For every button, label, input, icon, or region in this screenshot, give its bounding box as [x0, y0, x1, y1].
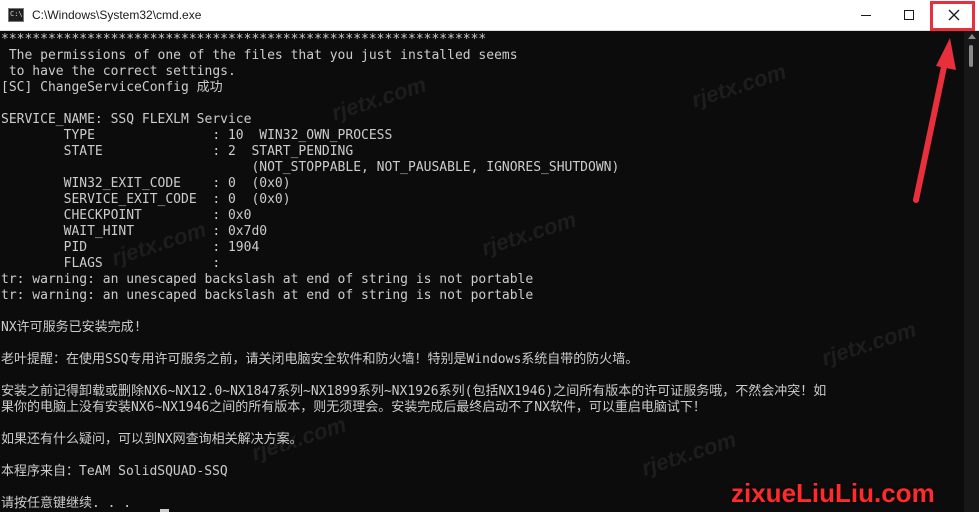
console-output[interactable]: rjetx.com rjetx.com rjetx.com rjetx.com … — [0, 31, 964, 512]
console-line: The permissions of one of the files that… — [1, 48, 518, 63]
scroll-thumb[interactable] — [969, 45, 973, 67]
console-line: 如果还有什么疑问，可以到NX网查询相关解决方案。 — [1, 432, 303, 447]
diagonal-watermark: rjetx.com — [478, 206, 580, 261]
console-line: STATE : 2 START_PENDING — [1, 144, 354, 159]
console-line: 安装之前记得卸载或删除NX6~NX12.0~NX1847系列~NX1899系列~… — [1, 384, 827, 399]
maximize-button[interactable] — [888, 0, 932, 30]
window-title: C:\Windows\System32\cmd.exe — [32, 8, 202, 22]
console-line: (NOT_STOPPABLE, NOT_PAUSABLE, IGNORES_SH… — [1, 160, 620, 175]
cmd-window: C:\ C:\Windows\System32\cmd.exe rjetx.co… — [0, 0, 979, 512]
console-line: 本程序来自：TeAM SolidSQUAD-SSQ — [1, 464, 228, 479]
minimize-icon — [861, 15, 871, 16]
maximize-icon — [904, 10, 914, 20]
console-line: WIN32_EXIT_CODE : 0 (0x0) — [1, 176, 291, 191]
vertical-scrollbar[interactable] — [964, 31, 979, 512]
cmd-app-icon[interactable]: C:\ — [8, 8, 24, 22]
console-line: 果你的电脑上没有安装NX6~NX1946之间的所有版本，则无须理会。安装完成后最… — [1, 400, 706, 415]
title-bar[interactable]: C:\ C:\Windows\System32\cmd.exe — [0, 0, 979, 31]
console-line: 老叶提醒：在使用SSQ专用许可服务之前，请关闭电脑安全软件和防火墙！特别是Win… — [1, 352, 639, 367]
console-line: ****************************************… — [1, 32, 487, 47]
console-line: [SC] ChangeServiceConfig 成功 — [1, 80, 223, 95]
diagonal-watermark: rjetx.com — [328, 71, 430, 126]
console-line: PID : 1904 — [1, 240, 260, 255]
console-line: NX许可服务已安装完成! — [1, 320, 142, 335]
close-button[interactable] — [932, 0, 976, 30]
console-line: WAIT_HINT : 0x7d0 — [1, 224, 268, 239]
console-line: 请按任意键继续. . . — [1, 496, 132, 511]
console-line: SERVICE_EXIT_CODE : 0 (0x0) — [1, 192, 291, 207]
minimize-button[interactable] — [844, 0, 888, 30]
close-icon — [948, 9, 960, 21]
diagonal-watermark: rjetx.com — [818, 316, 920, 371]
console-line: FLAGS : — [1, 256, 221, 271]
scroll-up-icon[interactable] — [968, 34, 976, 39]
diagonal-watermark: rjetx.com — [638, 426, 740, 481]
console-line: tr: warning: an unescaped backslash at e… — [1, 272, 534, 287]
console-line: TYPE : 10 WIN32_OWN_PROCESS — [1, 128, 393, 143]
console-line: SERVICE_NAME: SSQ FLEXLM Service — [1, 112, 252, 127]
console-line: tr: warning: an unescaped backslash at e… — [1, 288, 534, 303]
console-line: CHECKPOINT : 0x0 — [1, 208, 252, 223]
site-watermark: zixueLiuLiu.com — [731, 478, 935, 508]
diagonal-watermark: rjetx.com — [688, 58, 790, 113]
console-line: to have the correct settings. — [1, 64, 236, 79]
